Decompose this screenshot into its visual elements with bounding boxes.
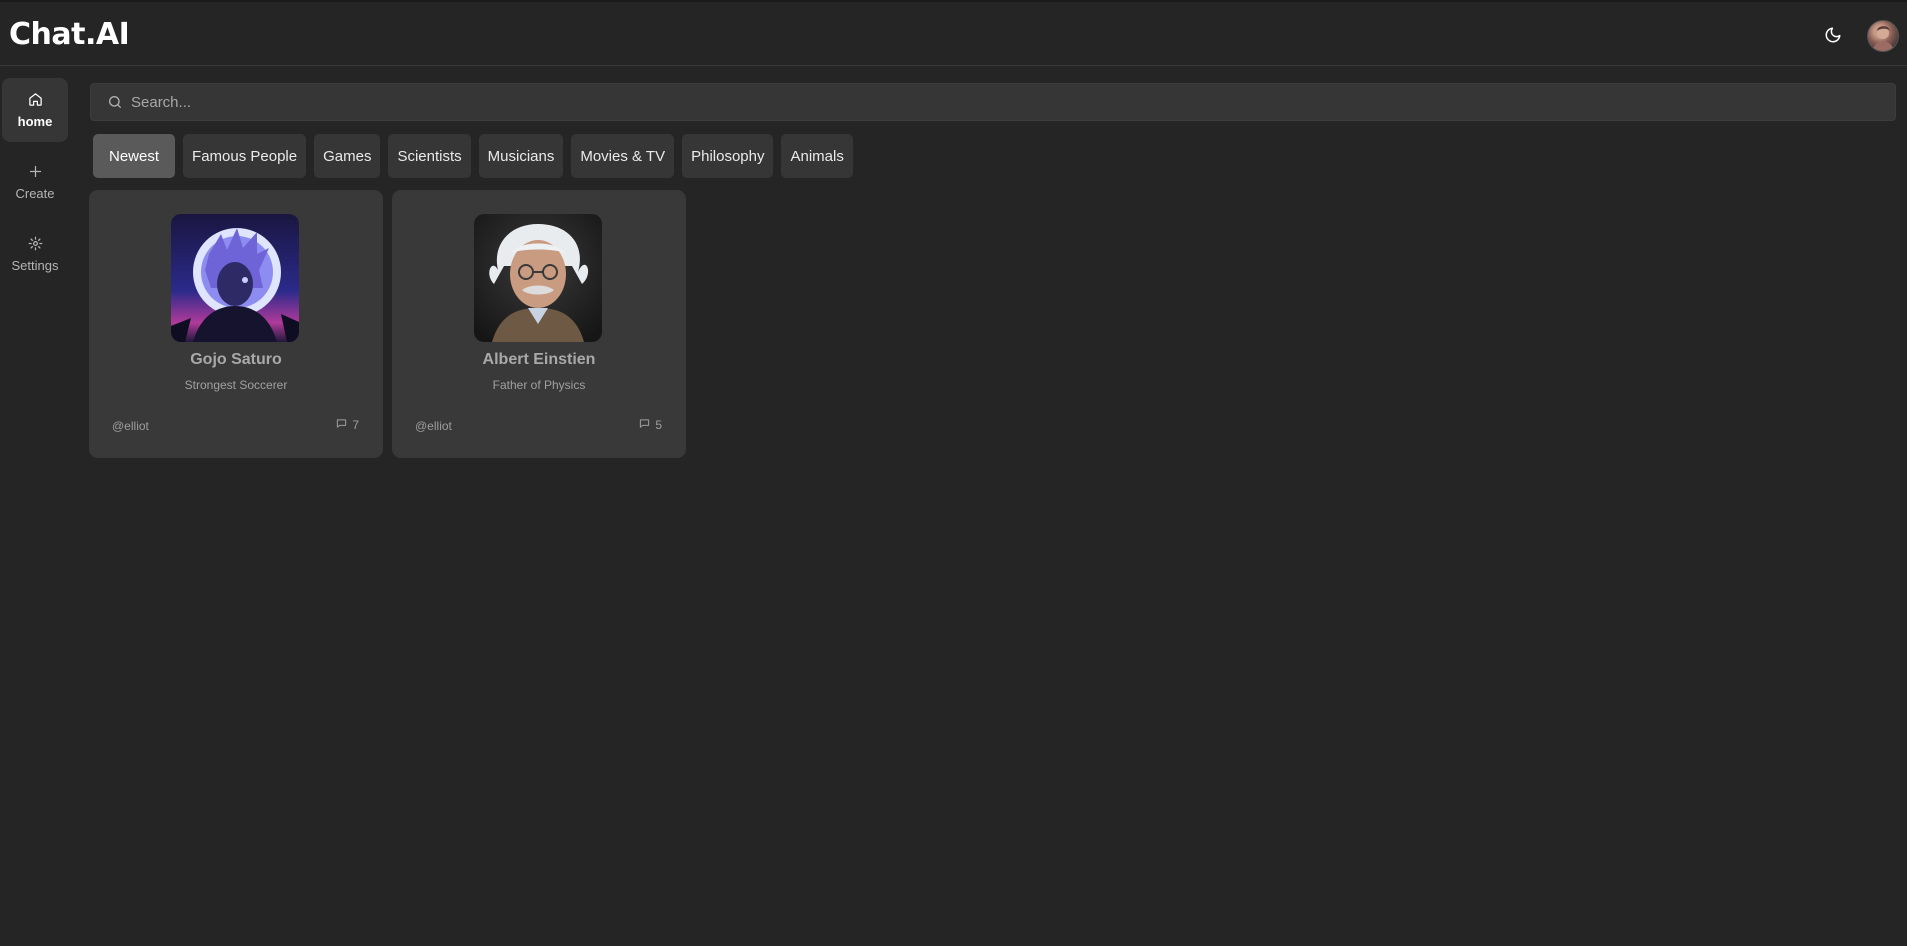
category-famous-people[interactable]: Famous People — [183, 134, 307, 178]
companion-name: Albert Einstien — [482, 351, 596, 368]
category-newest[interactable]: Newest — [93, 134, 176, 178]
app-logo[interactable]: Chat.AI — [9, 17, 130, 52]
companion-image — [474, 214, 602, 342]
companion-name: Gojo Saturo — [190, 351, 282, 368]
companion-author: @elliot — [112, 419, 149, 433]
message-count-value: 7 — [352, 418, 359, 432]
category-games[interactable]: Games — [314, 134, 381, 178]
sidebar-item-label: home — [17, 113, 53, 129]
companion-card[interactable]: Gojo Saturo Strongest Soccerer @elliot 7 — [89, 190, 383, 458]
sidebar-item-settings[interactable]: Settings — [2, 222, 68, 286]
message-icon — [639, 418, 650, 432]
plus-icon — [28, 164, 43, 180]
companion-author: @elliot — [415, 419, 452, 433]
message-count-value: 5 — [655, 418, 662, 432]
search-bar — [90, 83, 1896, 121]
companion-card[interactable]: Albert Einstien Father of Physics @ellio… — [392, 190, 686, 458]
category-philosophy[interactable]: Philosophy — [682, 134, 774, 178]
top-bar: Chat.AI — [0, 0, 1907, 66]
gear-icon — [28, 236, 43, 252]
moon-icon[interactable] — [1820, 22, 1846, 48]
category-tabs: Newest Famous People Games Scientists Mu… — [93, 134, 853, 178]
sidebar-item-label: Create — [15, 185, 55, 201]
category-animals[interactable]: Animals — [781, 134, 853, 178]
message-count: 7 — [336, 418, 359, 432]
companion-description: Father of Physics — [492, 378, 586, 392]
sidebar-item-label: Settings — [11, 257, 59, 273]
companion-image — [171, 214, 299, 342]
user-avatar[interactable] — [1867, 20, 1899, 52]
search-input[interactable] — [131, 84, 1881, 120]
search-icon — [107, 94, 123, 115]
category-scientists[interactable]: Scientists — [388, 134, 471, 178]
home-icon — [28, 92, 43, 108]
sidebar-item-home[interactable]: home — [2, 78, 68, 142]
sidebar-item-create[interactable]: Create — [2, 150, 68, 214]
category-musicians[interactable]: Musicians — [478, 134, 564, 178]
message-icon — [336, 418, 347, 432]
companion-description: Strongest Soccerer — [184, 378, 288, 392]
category-movies-tv[interactable]: Movies & TV — [571, 134, 675, 178]
message-count: 5 — [639, 418, 662, 432]
